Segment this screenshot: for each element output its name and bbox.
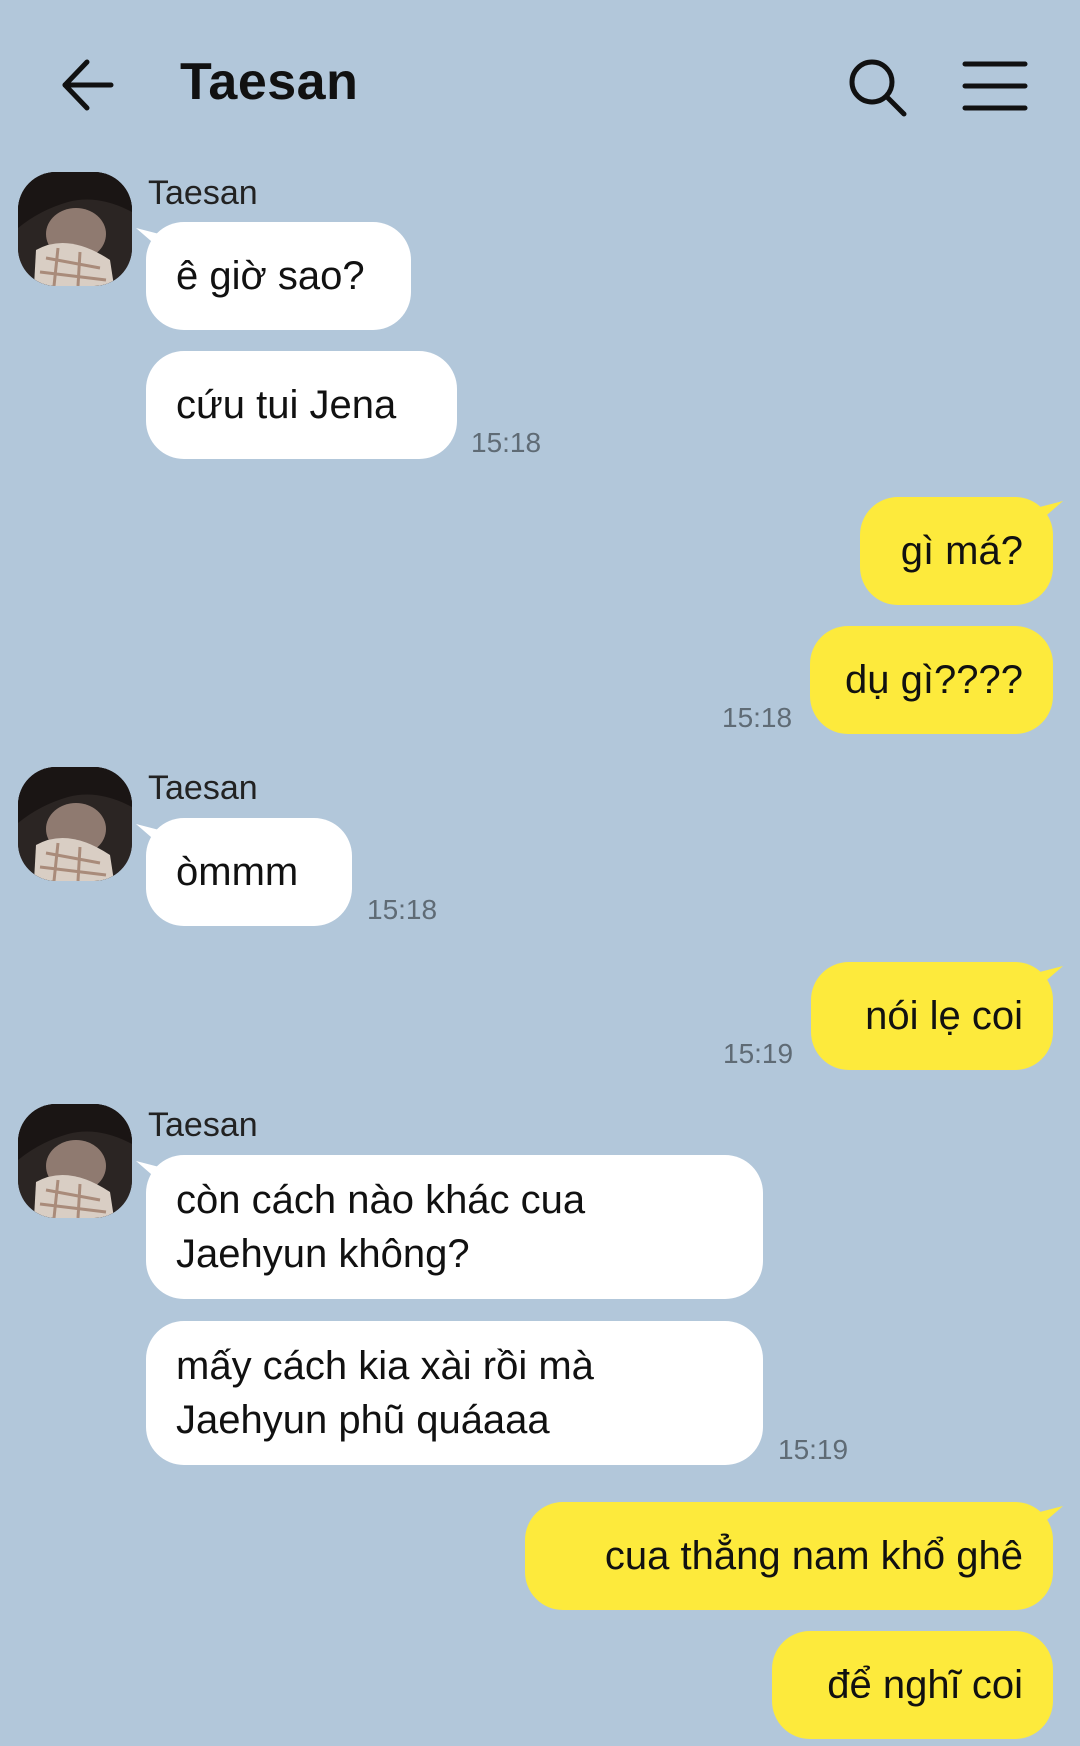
outgoing-message[interactable]: để nghĩ coi xyxy=(772,1631,1053,1739)
sender-name: Taesan xyxy=(148,1106,258,1144)
incoming-message[interactable]: ê giờ sao? xyxy=(146,222,411,330)
arrow-left-icon xyxy=(62,59,114,111)
menu-button[interactable] xyxy=(962,58,1028,114)
incoming-message[interactable]: cứu tui Jena xyxy=(146,351,457,459)
menu-icon xyxy=(962,61,1028,111)
outgoing-message[interactable]: gì má? xyxy=(860,497,1053,605)
outgoing-message[interactable]: nói lẹ coi xyxy=(811,962,1053,1070)
avatar[interactable] xyxy=(18,767,132,881)
sender-name: Taesan xyxy=(148,174,258,212)
search-icon xyxy=(849,59,907,117)
sender-name: Taesan xyxy=(148,769,258,807)
outgoing-message[interactable]: dụ gì???? xyxy=(810,626,1053,734)
avatar-photo xyxy=(18,1104,132,1218)
outgoing-message[interactable]: cua thẳng nam khổ ghê xyxy=(525,1502,1053,1610)
message-time: 15:18 xyxy=(367,894,438,925)
incoming-message[interactable]: òmmm xyxy=(146,818,352,926)
avatar[interactable] xyxy=(18,1104,132,1218)
incoming-message[interactable]: còn cách nào khác cua Jaehyun không? xyxy=(146,1155,763,1299)
message-time: 15:18 xyxy=(471,427,542,458)
avatar-photo xyxy=(18,767,132,881)
avatar[interactable] xyxy=(18,172,132,286)
message-time: 15:19 xyxy=(723,1038,794,1069)
chat-title: Taesan xyxy=(180,53,359,111)
incoming-message[interactable]: mấy cách kia xài rồi mà Jaehyun phũ quáa… xyxy=(146,1321,763,1465)
search-button[interactable] xyxy=(842,52,912,122)
chat-header: Taesan xyxy=(0,0,1080,170)
message-time: 15:19 xyxy=(778,1434,849,1465)
avatar-photo xyxy=(18,172,132,286)
message-time: 15:18 xyxy=(722,702,793,733)
back-button[interactable] xyxy=(55,50,145,120)
